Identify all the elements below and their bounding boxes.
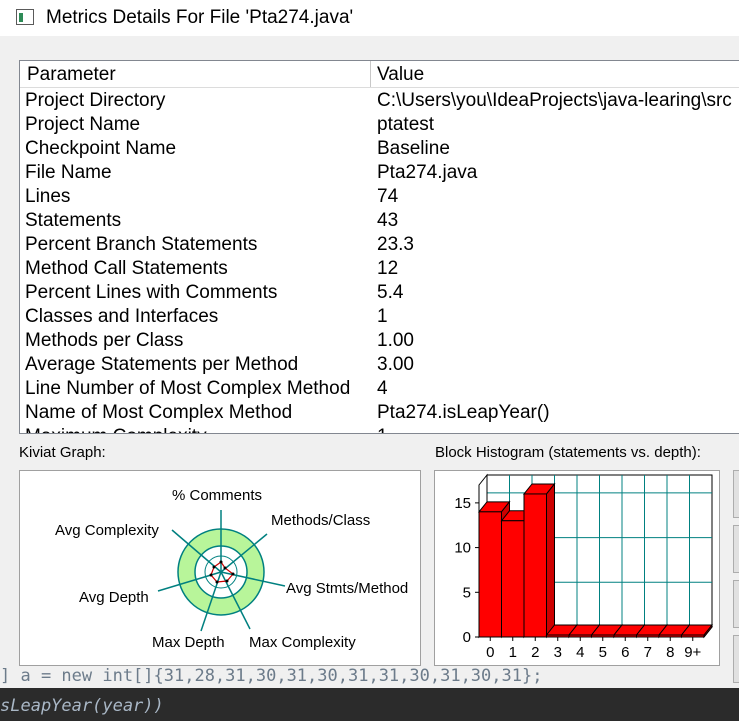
x-tick-label: 9+ xyxy=(684,644,701,661)
parameter-cell: Line Number of Most Complex Method xyxy=(25,378,351,399)
parameter-cell: Average Statements per Method xyxy=(25,354,299,375)
table-row[interactable]: Checkpoint Name Baseline xyxy=(20,136,739,160)
x-tick-label: 7 xyxy=(644,644,652,661)
parameter-cell: Percent Lines with Comments xyxy=(25,282,278,303)
table-header: Parameter Value xyxy=(20,61,739,88)
code-line-2: sLeapYear(year)) xyxy=(0,696,164,716)
table-row[interactable]: Maximum Complexity 1 xyxy=(20,424,739,433)
metrics-window: Metrics Details For File 'Pta274.java' P… xyxy=(0,0,739,688)
value-cell: 1 xyxy=(377,306,388,327)
value-cell: 1 xyxy=(377,426,388,433)
table-row[interactable]: Classes and Interfaces 1 xyxy=(20,304,739,328)
y-tick-label: 15 xyxy=(454,495,471,512)
bar xyxy=(501,520,525,638)
parameter-cell: File Name xyxy=(25,162,112,183)
side-button-2[interactable] xyxy=(733,525,739,573)
value-cell: ptatest xyxy=(377,114,435,135)
x-tick-label: 5 xyxy=(599,644,607,661)
x-tick-label: 3 xyxy=(554,644,562,661)
axis-label-avg-depth: Avg Depth xyxy=(79,589,149,606)
parameter-cell: Checkpoint Name xyxy=(25,138,177,159)
table-row[interactable]: Project Directory C:\Users\you\IdeaProjec… xyxy=(20,88,739,112)
block-histogram: 0 5 10 15 0 1 2 3 4 5 6 7 8 9+ xyxy=(434,470,720,666)
side-button-3[interactable] xyxy=(733,580,739,628)
x-tick-label: 6 xyxy=(621,644,629,661)
parameter-cell: Methods per Class xyxy=(25,330,184,351)
table-row[interactable]: Statements 43 xyxy=(20,208,739,232)
axis-label-max-complexity: Max Complexity xyxy=(249,634,356,651)
bar xyxy=(478,511,502,638)
table-row[interactable]: Method Call Statements 12 xyxy=(20,256,739,280)
value-cell: 4 xyxy=(377,378,388,399)
table-row[interactable]: Name of Most Complex Method Pta274.isLeap… xyxy=(20,400,739,424)
axis-label-max-depth: Max Depth xyxy=(152,634,225,651)
table-row[interactable]: File Name Pta274.java xyxy=(20,160,739,184)
axis-label-avg-stmts: Avg Stmts/Method xyxy=(286,580,409,597)
parameter-cell: Statements xyxy=(25,210,122,231)
side-button-1[interactable] xyxy=(733,470,739,518)
column-header-value[interactable]: Value xyxy=(377,64,424,86)
value-cell: C:\Users\you\IdeaProjects\java-learing\s… xyxy=(377,90,732,111)
value-cell: 74 xyxy=(377,186,399,207)
side-button-4[interactable] xyxy=(733,635,739,683)
table-row[interactable]: Average Statements per Method 3.00 xyxy=(20,352,739,376)
table-row[interactable]: Percent Branch Statements 23.3 xyxy=(20,232,739,256)
y-tick-label: 5 xyxy=(463,584,471,601)
value-cell: 5.4 xyxy=(377,282,404,303)
table-row[interactable]: Percent Lines with Comments 5.4 xyxy=(20,280,739,304)
window-title: Metrics Details For File 'Pta274.java' xyxy=(46,7,354,28)
x-tick-label: 0 xyxy=(486,644,494,661)
x-tick-label: 2 xyxy=(531,644,539,661)
bar xyxy=(523,493,547,638)
parameter-cell: Project Directory xyxy=(25,90,166,111)
parameter-cell: Percent Branch Statements xyxy=(25,234,258,255)
kiviat-graph: % Comments Methods/Class Avg Stmts/Metho… xyxy=(19,470,421,666)
x-tick-label: 8 xyxy=(666,644,674,661)
x-tick-label: 1 xyxy=(509,644,517,661)
kiviat-label: Kiviat Graph: xyxy=(19,444,106,461)
axis-label-avg-complexity: Avg Complexity xyxy=(55,522,159,539)
parameter-cell: Name of Most Complex Method xyxy=(25,402,293,423)
histogram-svg: 0510150 1 2 3 4 5 6 7 8 9+ xyxy=(454,473,714,661)
histogram-label: Block Histogram (statements vs. depth): xyxy=(435,444,701,461)
column-header-parameter[interactable]: Parameter xyxy=(27,64,116,86)
app-icon xyxy=(16,9,34,25)
bar-side xyxy=(546,482,555,639)
table-row[interactable]: Project Name ptatest xyxy=(20,112,739,136)
table-row[interactable]: Methods per Class 1.00 xyxy=(20,328,739,352)
parameter-cell: Method Call Statements xyxy=(25,258,228,279)
parameter-cell: Maximum Complexity xyxy=(25,426,207,433)
parameter-cell: Classes and Interfaces xyxy=(25,306,219,327)
table-body: Project Directory C:\Users\you\IdeaProjec… xyxy=(20,88,739,433)
title-bar: Metrics Details For File 'Pta274.java' xyxy=(0,0,739,36)
axis-label-comments: % Comments xyxy=(172,487,263,504)
metrics-table[interactable]: Parameter Value Project Directory C:\User… xyxy=(19,60,739,434)
value-cell: Pta274.isLeapYear() xyxy=(377,402,550,423)
table-row[interactable]: Lines 74 xyxy=(20,184,739,208)
table-row[interactable]: Line Number of Most Complex Method 4 xyxy=(20,376,739,400)
y-tick-label: 10 xyxy=(454,540,471,557)
value-cell: 3.00 xyxy=(377,354,414,375)
parameter-cell: Project Name xyxy=(25,114,141,135)
axis-label-methods-per-class: Methods/Class xyxy=(271,512,371,529)
value-cell: 12 xyxy=(377,258,399,279)
x-tick-label: 4 xyxy=(576,644,584,661)
value-cell: Baseline xyxy=(377,138,450,159)
value-cell: 23.3 xyxy=(377,234,414,255)
parameter-cell: Lines xyxy=(25,186,71,207)
code-line-1: ] a = new int[]{31,28,31,30,31,30,31,31,… xyxy=(0,666,543,686)
value-cell: 1.00 xyxy=(377,330,414,351)
value-cell: 43 xyxy=(377,210,399,231)
value-cell: Pta274.java xyxy=(377,162,478,183)
y-tick-label: 0 xyxy=(463,629,471,646)
